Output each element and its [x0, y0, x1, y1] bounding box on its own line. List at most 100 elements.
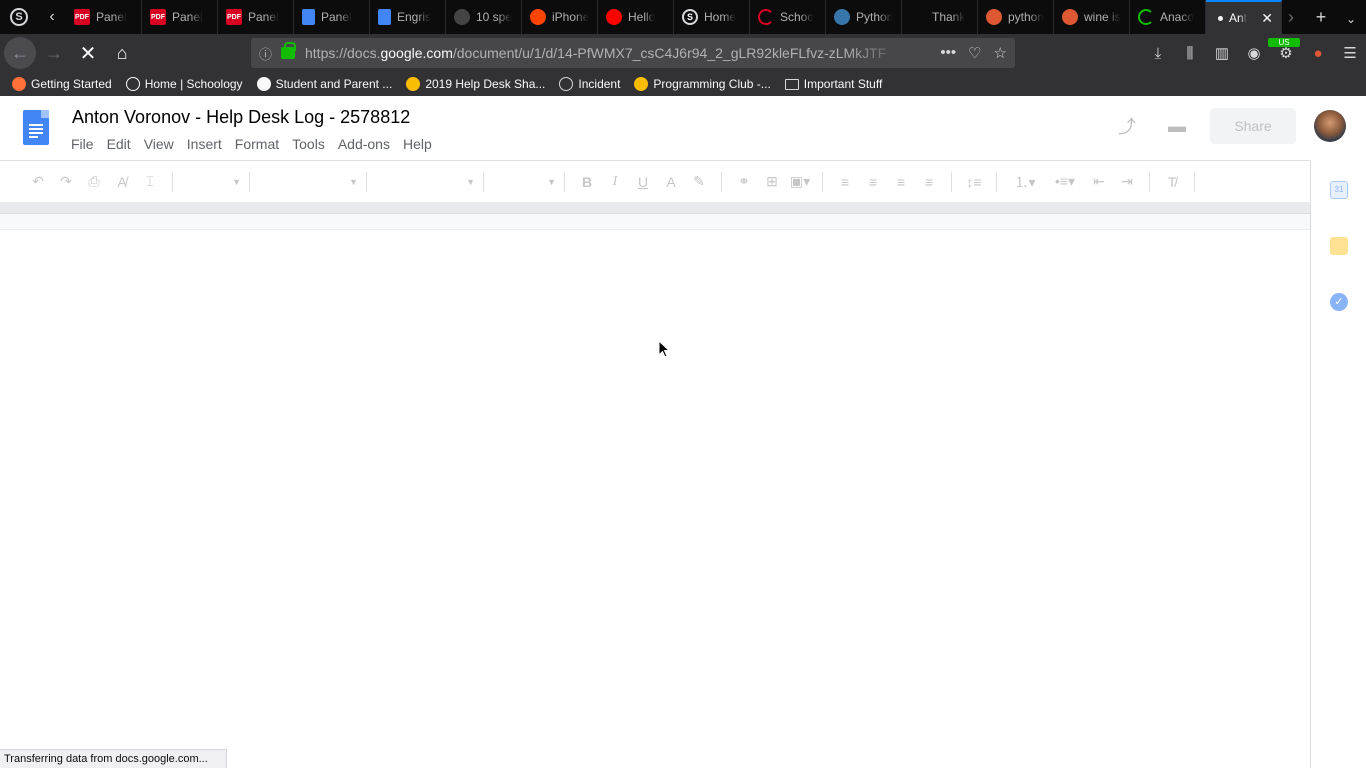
font-size-select[interactable]: ▼ — [492, 172, 556, 192]
menu-addons[interactable]: Add-ons — [338, 136, 390, 152]
forward-button[interactable]: → — [38, 37, 70, 69]
bold-icon[interactable]: B — [573, 174, 601, 190]
schoology-pinned-tab[interactable]: S — [0, 0, 38, 34]
menu-icon[interactable]: ☰ — [1334, 44, 1366, 62]
bookmark-item[interactable]: Getting Started — [12, 77, 112, 91]
pocket-icon[interactable]: ♡ — [968, 44, 981, 62]
insert-comment-icon[interactable]: ⊞ — [758, 173, 786, 190]
underline-icon[interactable]: U — [629, 174, 657, 190]
share-button[interactable]: Share — [1210, 108, 1296, 144]
bookmark-item[interactable]: Important Stuff — [784, 77, 882, 91]
browser-tab[interactable]: Anaco — [1130, 0, 1206, 34]
bookmark-item[interactable]: Programming Club -... — [634, 77, 771, 91]
text-color-icon[interactable]: A — [657, 174, 685, 190]
link-icon[interactable]: ⚭ — [730, 173, 758, 190]
insert-image-icon[interactable]: ▣▾ — [786, 173, 814, 190]
align-center-icon[interactable]: ≡ — [859, 174, 887, 190]
style-select[interactable]: ▼ — [258, 172, 358, 192]
bookmark-item[interactable]: Incident — [559, 77, 620, 91]
browser-tab[interactable]: iPhone — [522, 0, 598, 34]
browser-tab[interactable]: Engris — [370, 0, 446, 34]
line-spacing-icon[interactable]: ↕≡ — [960, 174, 988, 190]
schoology-icon: S — [682, 9, 698, 25]
align-right-icon[interactable]: ≡ — [887, 174, 915, 190]
menu-view[interactable]: View — [144, 136, 174, 152]
numbered-list-icon[interactable]: ⒈▾ — [1005, 172, 1045, 192]
sidebar-icon[interactable]: ▥ — [1206, 44, 1238, 62]
browser-tab[interactable]: Thank — [902, 0, 978, 34]
lock-icon[interactable] — [281, 42, 296, 59]
home-button[interactable]: ⌂ — [106, 37, 138, 69]
menu-file[interactable]: File — [71, 136, 94, 152]
bookmark-item[interactable]: Home | Schoology — [125, 77, 243, 91]
clear-formatting-icon[interactable]: T̸ — [1158, 174, 1186, 190]
menu-insert[interactable]: Insert — [187, 136, 222, 152]
calendar-icon[interactable]: 31 — [1330, 181, 1348, 199]
spellcheck-icon[interactable]: A̸ — [108, 174, 136, 190]
browser-tab[interactable]: Schoo — [750, 0, 826, 34]
align-left-icon[interactable]: ≡ — [831, 174, 859, 190]
downloads-icon[interactable]: ⤓ — [1142, 45, 1174, 62]
avatar[interactable] — [1314, 110, 1346, 142]
bookmark-star-icon[interactable]: ☆ — [994, 44, 1007, 62]
bookmark-item[interactable]: Student and Parent ... — [256, 77, 392, 91]
docs-header: Anton Voronov - Help Desk Log - 2578812 … — [0, 96, 1366, 160]
activity-dashboard-icon[interactable]: ⤴ — [1102, 113, 1152, 139]
bookmark-item[interactable]: 2019 Help Desk Sha... — [406, 77, 545, 91]
italic-icon[interactable]: I — [601, 174, 629, 190]
url-text[interactable]: https://docs.google.com/document/u/1/d/1… — [305, 45, 905, 61]
paint-format-icon[interactable]: ⌶ — [136, 173, 164, 190]
redo-icon[interactable]: ↷ — [52, 173, 80, 190]
justify-icon[interactable]: ≡ — [915, 174, 943, 190]
browser-tab[interactable]: Hello — [598, 0, 674, 34]
tab-title: wine is — [1084, 10, 1121, 24]
docs-logo-icon[interactable] — [23, 110, 49, 145]
page-actions-icon[interactable]: ••• — [940, 44, 956, 62]
font-select[interactable]: ▼ — [375, 172, 475, 192]
browser-tab[interactable]: PDF Panel — [142, 0, 218, 34]
browser-tab[interactable]: python — [978, 0, 1054, 34]
extension-icon[interactable]: ⚙ US — [1268, 38, 1302, 62]
document-canvas[interactable] — [0, 231, 1310, 768]
zoom-select[interactable]: ▼ — [181, 172, 241, 192]
url-bar[interactable]: ⓘ https://docs.google.com/document/u/1/d… — [251, 38, 1015, 68]
new-tab-button[interactable]: + — [1306, 7, 1336, 28]
info-icon[interactable]: ⓘ — [259, 44, 281, 63]
docs-icon — [302, 9, 315, 25]
browser-tab[interactable]: Python — [826, 0, 902, 34]
browser-tab[interactable]: Panel — [294, 0, 370, 34]
all-tabs-button[interactable]: ⌄ — [1336, 7, 1366, 28]
menu-edit[interactable]: Edit — [107, 136, 131, 152]
keep-icon[interactable] — [1330, 237, 1348, 255]
browser-tab[interactable]: wine is — [1054, 0, 1130, 34]
menu-tools[interactable]: Tools — [292, 136, 325, 152]
decrease-indent-icon[interactable]: ⇤ — [1085, 173, 1113, 190]
back-button[interactable]: ← — [4, 37, 36, 69]
docs-menubar: File Edit View Insert Format Tools Add-ons Help — [71, 136, 432, 152]
highlight-icon[interactable]: ✎ — [685, 173, 713, 190]
menu-format[interactable]: Format — [235, 136, 279, 152]
comments-icon[interactable]: ▬ — [1152, 116, 1202, 137]
duckduckgo-icon[interactable]: ● — [1302, 45, 1334, 62]
tabs-scroll-left-button[interactable]: ‹ — [38, 0, 66, 34]
library-icon[interactable]: ⫼ — [1174, 45, 1206, 62]
browser-tab[interactable]: Ant ✕ — [1206, 0, 1282, 34]
close-tab-icon[interactable]: ✕ — [1261, 10, 1273, 27]
tasks-icon[interactable]: ✓ — [1330, 293, 1348, 311]
tab-title: 10 spe — [476, 10, 513, 24]
menu-help[interactable]: Help — [403, 136, 432, 152]
loading-icon — [1138, 9, 1154, 25]
browser-tab[interactable]: PDF Panel — [66, 0, 142, 34]
print-icon[interactable]: ⎙ — [80, 173, 108, 190]
browser-tab[interactable]: S Home — [674, 0, 750, 34]
stop-button[interactable]: ✕ — [72, 37, 104, 69]
tabs-scroll-right-button[interactable]: › — [1276, 7, 1306, 28]
bookmark-label: Incident — [578, 77, 621, 91]
browser-tab[interactable]: 10 spe — [446, 0, 522, 34]
document-title[interactable]: Anton Voronov - Help Desk Log - 2578812 — [72, 107, 410, 128]
account-icon[interactable]: ◉ — [1238, 44, 1270, 62]
browser-tab[interactable]: PDF Panel — [218, 0, 294, 34]
increase-indent-icon[interactable]: ⇥ — [1113, 173, 1141, 190]
bulleted-list-icon[interactable]: •≡▾ — [1045, 173, 1085, 190]
undo-icon[interactable]: ↶ — [24, 173, 52, 190]
